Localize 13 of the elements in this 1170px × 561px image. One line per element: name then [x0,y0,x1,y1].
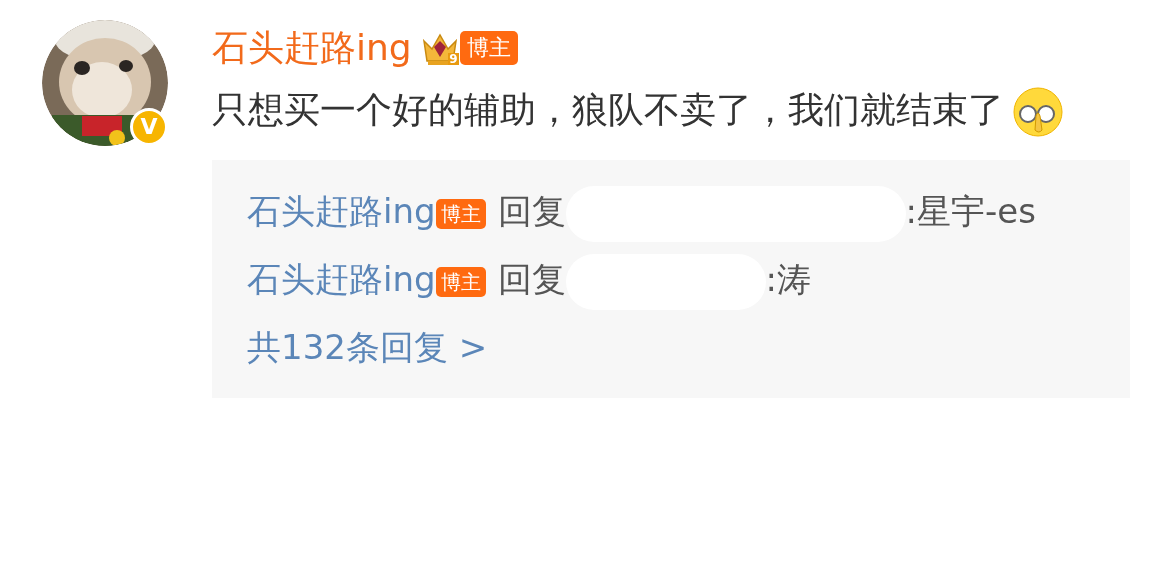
emoji-icon [1012,86,1064,138]
reply-text: 石头赶路ing 博主 回复 :涛 [247,248,1060,310]
more-replies-link[interactable]: 共132条回复 > [247,316,1060,378]
blogger-badge: 博主 [435,266,486,297]
reply-author[interactable]: 石头赶路ing [247,259,436,299]
author-name[interactable]: 石头赶路ing [212,24,412,72]
reply-author[interactable]: 石头赶路ing [247,191,436,231]
verified-badge: V [130,108,168,146]
comment-text: 只想买一个好的辅助，狼队不卖了，我们就结束了 [212,78,1130,142]
level-number: 9 [448,53,459,65]
reply-text: 石头赶路ing 博主 回复 :星宇-es [247,180,1060,242]
blogger-badge: 博主 [459,31,518,65]
blogger-badge: 博主 [435,198,486,229]
